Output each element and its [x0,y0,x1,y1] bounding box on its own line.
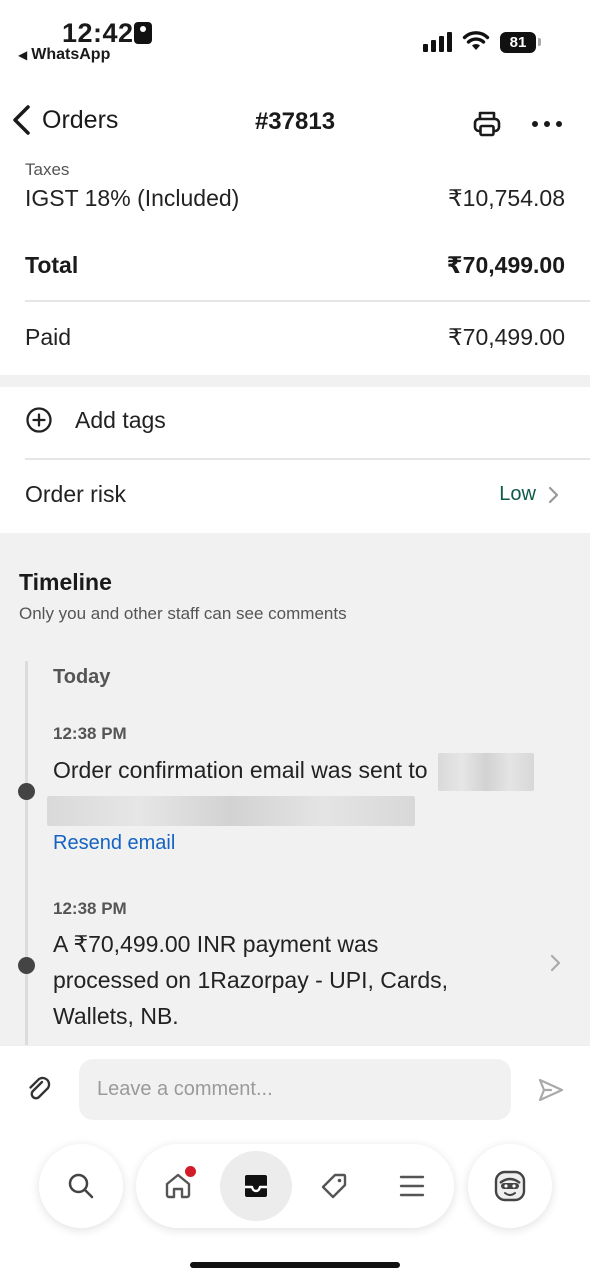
divider [25,300,590,302]
home-indicator [190,1262,400,1268]
menu-icon [399,1175,425,1197]
event-text: A ₹70,499.00 INR payment was processed o… [53,931,449,1029]
paid-label: Paid [25,324,72,350]
redacted-email [437,752,534,791]
event-text: Order confirmation email was sent to [53,757,428,783]
more-options-icon[interactable] [530,109,564,139]
total-value: ₹70,499.00 [446,252,565,278]
igst-value: ₹10,754.08 [448,185,565,211]
timeline-dot [18,957,35,974]
back-triangle-icon: ◀ [18,48,28,62]
igst-row: IGST 18% (Included) ₹10,754.08 [25,185,565,212]
top-nav: Orders #37813 [0,95,590,155]
printer-icon[interactable] [472,109,502,139]
cellular-signal-icon [423,30,452,52]
chevron-right-icon[interactable] [550,953,562,973]
back-app-label: WhatsApp [31,46,111,63]
search-icon [68,1173,94,1199]
back-to-app-link[interactable]: ◀ WhatsApp [18,46,110,64]
order-risk-label: Order risk [25,481,126,507]
send-icon[interactable] [537,1077,565,1103]
menu-tab[interactable] [392,1166,432,1206]
divider [25,458,590,460]
profile-tab[interactable] [468,1144,552,1228]
event-time: 12:38 PM [53,724,127,743]
chevron-right-icon [548,486,559,503]
add-tags-button[interactable]: Add tags [25,406,166,434]
total-label: Total [25,252,79,278]
paid-row: Paid ₹70,499.00 [25,324,565,351]
orders-tab[interactable] [236,1166,276,1206]
orders-inbox-icon [245,1175,267,1197]
timeline-title: Timeline [19,569,112,595]
resend-email-link[interactable]: Resend email [53,832,175,855]
avatar-icon [494,1170,526,1202]
section-separator [0,375,590,387]
comment-input[interactable]: Leave a comment... [79,1059,511,1120]
comment-bar: Leave a comment... [0,1045,590,1135]
paperclip-icon[interactable] [26,1076,54,1104]
products-tab[interactable] [314,1166,354,1206]
igst-label: IGST 18% (Included) [25,185,240,211]
taxes-label: Taxes [25,160,70,179]
wifi-icon [462,31,490,50]
redacted-email [47,795,415,826]
status-bar: 12:42 ◀ WhatsApp 81 [0,0,590,75]
timeline-line [25,661,28,1045]
timeline-dot [18,783,35,800]
notification-dot [185,1166,196,1177]
status-time: 12:42 [62,18,134,48]
risk-level-text: Low [499,483,536,505]
event-time: 12:38 PM [53,899,127,918]
timeline-day-label: Today [53,666,111,688]
search-tab[interactable] [39,1144,123,1228]
order-risk-value: Low [499,483,560,506]
order-risk-row[interactable]: Order risk Low [25,481,560,508]
tag-icon [321,1173,347,1199]
timeline-event[interactable]: A ₹70,499.00 INR payment was processed o… [53,926,480,1034]
contact-card-icon [134,22,152,44]
total-row: Total ₹70,499.00 [25,252,565,279]
timeline-subtitle: Only you and other staff can see comment… [19,604,347,623]
timeline-event: Order confirmation email was sent to [47,752,560,827]
add-tags-label: Add tags [75,406,166,433]
timeline-section: Timeline Only you and other staff can se… [0,533,590,1045]
battery-tip [538,38,541,46]
paid-value: ₹70,499.00 [448,324,565,350]
battery-icon: 81 [500,32,536,53]
plus-circle-icon [26,407,52,433]
